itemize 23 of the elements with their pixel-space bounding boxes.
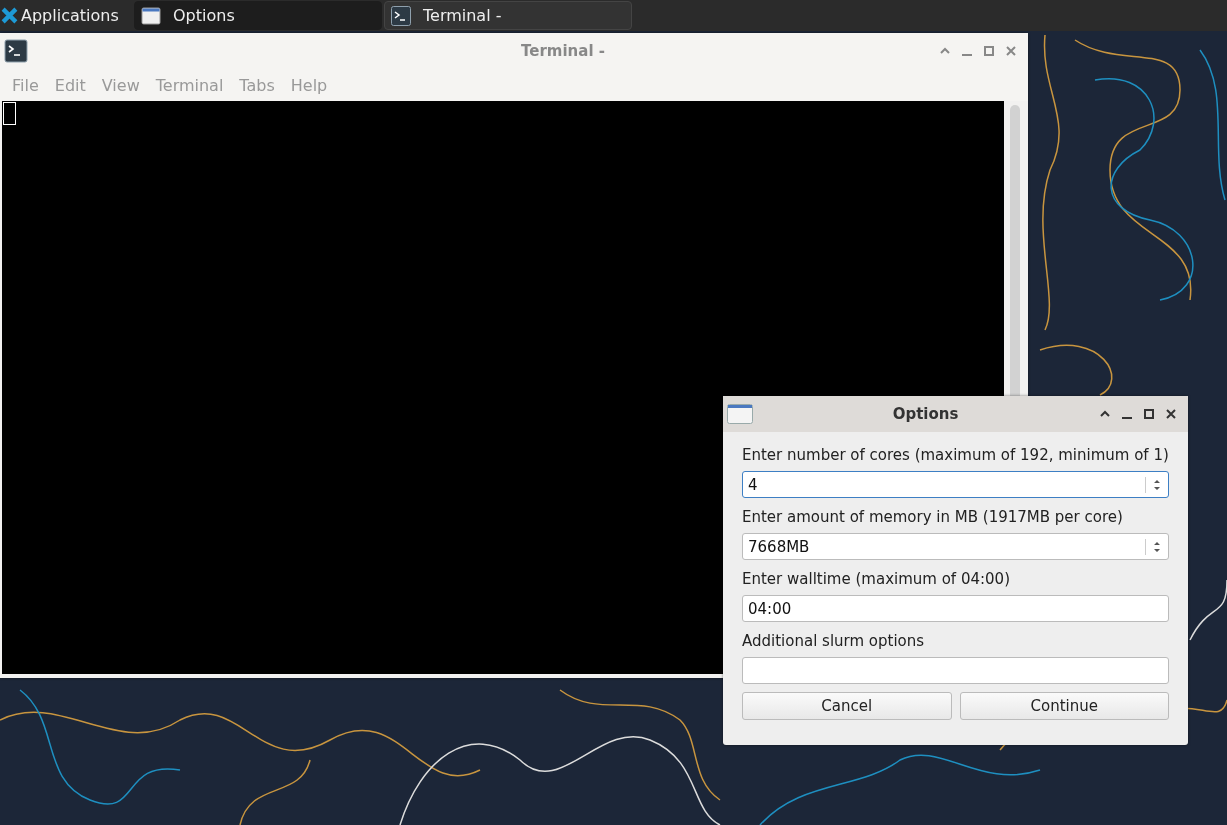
taskbar-button[interactable]: Options — [134, 1, 382, 30]
window-icon — [727, 404, 753, 424]
input-field[interactable] — [742, 657, 1169, 684]
spin-box[interactable]: 7668MB — [742, 533, 1169, 560]
dialog-button[interactable]: Continue — [959, 692, 1169, 720]
field-label: Enter number of cores (maximum of 192, minimum of 1) — [742, 445, 1169, 466]
terminal-icon — [391, 5, 411, 26]
taskbar-button[interactable]: Terminal - — [384, 1, 632, 30]
spin-box[interactable]: 4 — [742, 471, 1169, 498]
dialog-button[interactable]: Cancel — [742, 692, 952, 720]
terminal-icon — [4, 39, 28, 63]
field-label: Enter walltime (maximum of 04:00) — [742, 569, 1011, 590]
x-logo-icon — [1, 7, 18, 24]
applications-menu[interactable]: Applications — [0, 0, 134, 31]
text-cursor — [3, 102, 16, 125]
window-title: Options — [891, 405, 960, 423]
field-label: Enter amount of memory in MB (1917MB per core) — [742, 507, 1124, 528]
window-title: Terminal - — [520, 42, 606, 60]
window-icon — [141, 5, 161, 26]
maximize-icon[interactable] — [1142, 407, 1156, 421]
input-field[interactable]: 04:00 — [742, 595, 1169, 622]
close-icon[interactable] — [1164, 407, 1178, 421]
field-label: Additional slurm options — [742, 631, 926, 652]
